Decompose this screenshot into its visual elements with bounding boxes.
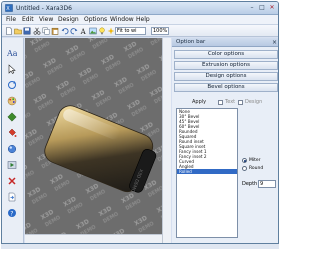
- pointer-icon[interactable]: [7, 64, 17, 74]
- status-bar: [1, 244, 279, 249]
- design-checkbox[interactable]: [238, 100, 243, 105]
- round-radio[interactable]: [242, 166, 247, 171]
- menu-file[interactable]: File: [6, 16, 16, 24]
- menu-view[interactable]: View: [39, 16, 53, 24]
- text-style-icon[interactable]: Aa: [7, 48, 17, 58]
- design-checkbox-label: Design: [245, 99, 263, 105]
- title-bar[interactable]: X Untitled - Xara3D6 – □ ✕: [2, 2, 278, 15]
- svg-text:?: ?: [10, 211, 13, 218]
- lightbulb-icon[interactable]: [98, 27, 106, 35]
- minimize-button[interactable]: –: [248, 4, 256, 12]
- panel-close-button[interactable]: ×: [272, 38, 277, 47]
- svg-text:X: X: [6, 6, 10, 12]
- text-checkbox[interactable]: [218, 100, 223, 105]
- text-tool-icon[interactable]: A: [80, 27, 88, 35]
- bevel-list[interactable]: None 30° Bevel 45° Bevel 60° Bevel Round…: [176, 108, 238, 238]
- menu-options[interactable]: Options: [84, 16, 107, 24]
- design-canvas[interactable]: X3D DEMO X3D DEMO: [25, 38, 171, 243]
- menu-help[interactable]: Help: [136, 16, 150, 24]
- help-icon[interactable]: ?: [7, 208, 17, 218]
- rotate-icon[interactable]: [7, 80, 17, 90]
- color-options-button[interactable]: Color options: [174, 50, 278, 59]
- zoom-percent-field[interactable]: 100%: [151, 27, 169, 35]
- shape-icon[interactable]: [7, 112, 17, 122]
- svg-text:A: A: [80, 28, 87, 35]
- panel-title-text: Option bar: [176, 39, 206, 45]
- list-item-selected[interactable]: Rolled: [177, 169, 237, 174]
- image-icon[interactable]: [89, 27, 97, 35]
- miter-radio-label: Miter: [249, 158, 261, 163]
- paste-icon[interactable]: [51, 27, 59, 35]
- save-icon[interactable]: [23, 27, 31, 35]
- menu-bar: File Edit View Design Options Window Hel…: [2, 15, 278, 25]
- horizontal-scrollbar[interactable]: [25, 234, 162, 243]
- copy-icon[interactable]: [42, 27, 50, 35]
- panel-title: Option bar ×: [172, 38, 278, 47]
- color-palette-icon[interactable]: [7, 96, 17, 106]
- extrusion-options-button[interactable]: Extrusion options: [174, 61, 278, 70]
- window-title: Untitled - Xara3D6: [16, 5, 72, 12]
- menu-design[interactable]: Design: [58, 16, 79, 24]
- menu-edit[interactable]: Edit: [22, 16, 34, 24]
- sparkle-icon[interactable]: [107, 27, 115, 35]
- open-folder-icon[interactable]: [14, 27, 22, 35]
- round-radio-label: Round: [249, 166, 264, 171]
- depth-input[interactable]: 9: [258, 180, 276, 188]
- zoom-select[interactable]: Fit to wi: [115, 27, 146, 35]
- new-file-icon[interactable]: [5, 27, 13, 35]
- miter-radio[interactable]: [242, 158, 247, 163]
- bevel-options-button[interactable]: Bevel options: [174, 83, 278, 92]
- undo-icon[interactable]: [61, 27, 69, 35]
- svg-text:Aa: Aa: [7, 49, 17, 58]
- app-logo-icon: X: [5, 4, 13, 12]
- maximize-button[interactable]: □: [258, 4, 266, 12]
- apply-button[interactable]: Apply: [192, 98, 206, 107]
- text-checkbox-label: Text: [225, 99, 236, 105]
- bevel-join-radio-group: Miter Round: [242, 158, 278, 174]
- app-window: X Untitled - Xara3D6 – □ ✕ File Edit Vie…: [1, 1, 279, 244]
- delete-icon[interactable]: [7, 176, 17, 186]
- apply-row: Apply Text Design: [174, 98, 278, 107]
- tool-palette: Aa ?: [2, 38, 24, 243]
- vertical-scrollbar[interactable]: [162, 38, 171, 243]
- cut-icon[interactable]: [33, 27, 41, 35]
- close-button[interactable]: ✕: [268, 4, 276, 12]
- paint-bucket-icon[interactable]: [7, 128, 17, 138]
- lighting-icon[interactable]: [7, 144, 17, 154]
- animation-icon[interactable]: [7, 160, 17, 170]
- redo-icon[interactable]: [70, 27, 78, 35]
- main-toolbar: A Fit to wi 100%: [2, 25, 278, 37]
- file-export-icon[interactable]: [7, 192, 17, 202]
- depth-label: Depth: [242, 181, 258, 187]
- canvas-scene: X3D DEMO X3D DEMO: [25, 38, 171, 243]
- design-options-button[interactable]: Design options: [174, 72, 278, 81]
- option-bar-panel: Option bar × Color options Extrusion opt…: [172, 38, 278, 243]
- menu-window[interactable]: Window: [110, 16, 134, 24]
